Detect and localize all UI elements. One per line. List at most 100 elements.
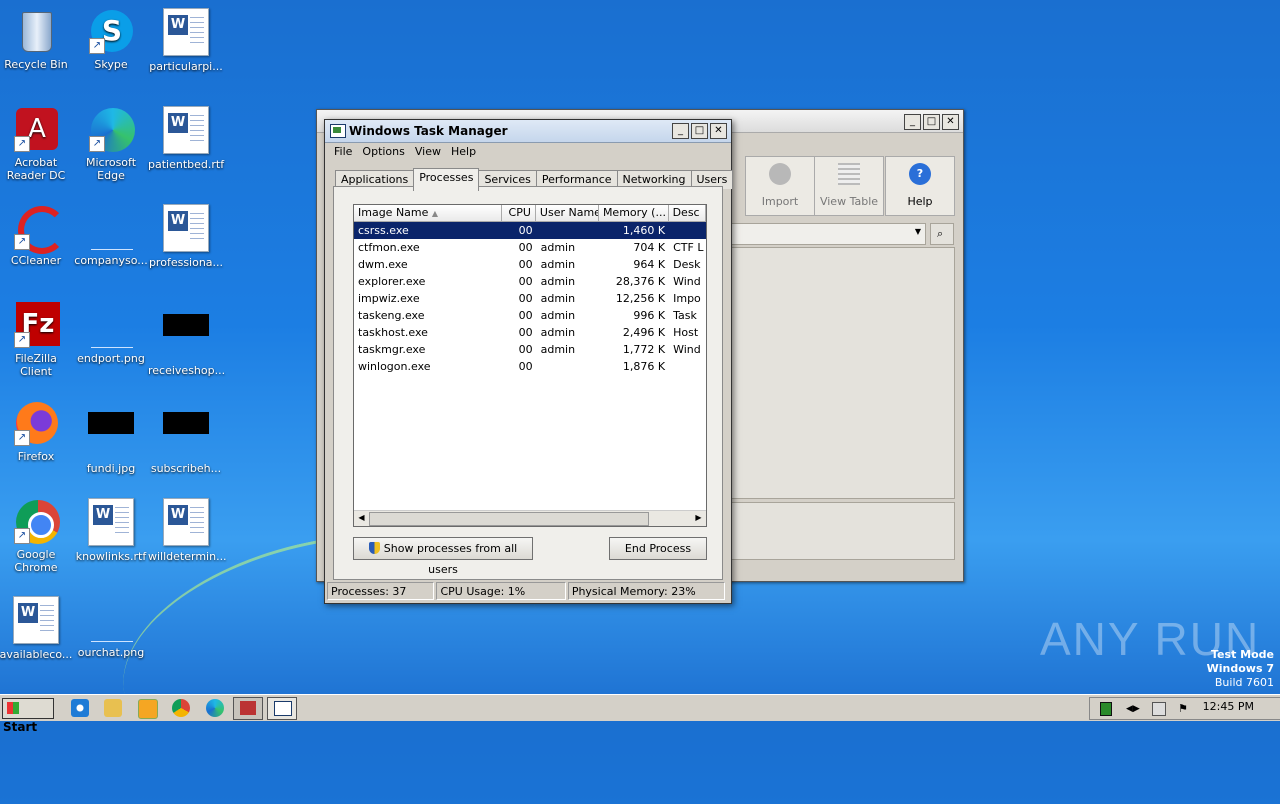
desktop-icon-ccleaner[interactable]: ↗ CCleaner xyxy=(0,198,74,267)
desktop-icon-firefox[interactable]: ↗ Firefox xyxy=(0,394,74,463)
process-row[interactable]: csrss.exe 00 1,460 K xyxy=(354,222,706,239)
desktop-icon-chrome[interactable]: ↗ Google Chrome xyxy=(0,492,74,574)
desktop-icon-fundi[interactable]: fundi.jpg xyxy=(73,394,149,475)
task-manager-window: Windows Task Manager _ □ ✕ File Options … xyxy=(324,119,734,604)
menu-options[interactable]: Options xyxy=(357,143,409,161)
desktop-icon-ourchat[interactable]: ourchat.png xyxy=(73,590,149,659)
task-manager-titlebar[interactable]: Windows Task Manager _ □ ✕ xyxy=(325,120,731,143)
tray-chevron-icon[interactable]: ◀▶ xyxy=(1126,704,1140,714)
search-button[interactable]: ⌕ xyxy=(930,223,954,245)
process-cell-cpu: 00 xyxy=(518,326,533,339)
close-icon[interactable]: ✕ xyxy=(710,123,727,139)
process-cell-cpu: 00 xyxy=(518,309,533,322)
process-cell-name: dwm.exe xyxy=(358,258,408,271)
column-memory[interactable]: Memory (... xyxy=(599,205,669,221)
process-row[interactable]: dwm.exe 00 admin 964 K Desk xyxy=(354,256,706,273)
minimize-icon[interactable]: _ xyxy=(672,123,689,139)
black-image-icon xyxy=(163,314,209,360)
table-icon xyxy=(838,163,860,185)
show-all-processes-button[interactable]: Show processes from all users xyxy=(353,537,533,576)
process-cell-name: taskeng.exe xyxy=(358,309,425,322)
process-list-header: Image Name ▲ CPU User Name Memory (... D… xyxy=(354,205,706,222)
process-row[interactable]: winlogon.exe 00 1,876 K xyxy=(354,358,706,375)
start-button[interactable]: Start xyxy=(2,698,54,734)
desktop-icon-knowlinks[interactable]: W knowlinks.rtf xyxy=(73,492,149,563)
background-combobox[interactable]: ▼ xyxy=(731,223,926,245)
media-player-icon[interactable] xyxy=(138,699,158,719)
horizontal-scrollbar[interactable]: ◀ ▶ xyxy=(354,510,706,526)
chrome-icon[interactable] xyxy=(172,699,190,717)
network-icon[interactable] xyxy=(1152,702,1166,716)
tab-processes[interactable]: Processes xyxy=(413,168,480,191)
import-button[interactable]: Import xyxy=(745,156,815,216)
desktop-icon-recycle-bin[interactable]: Recycle Bin xyxy=(0,2,74,71)
process-cell-mem: 996 K xyxy=(633,309,666,322)
desktop-icon-patientbed[interactable]: W patientbed.rtf xyxy=(148,100,224,171)
help-icon: ? xyxy=(909,163,931,185)
flag-icon[interactable]: ⚑ xyxy=(1178,702,1188,715)
maximize-icon[interactable]: □ xyxy=(691,123,708,139)
process-cell-user: admin xyxy=(540,343,576,356)
status-processes: Processes: 37 xyxy=(327,582,435,600)
blank-file-icon xyxy=(89,204,133,250)
tray-status-icon[interactable] xyxy=(1100,702,1112,716)
desktop-icon-particularpi[interactable]: W particularpi... xyxy=(148,2,224,73)
end-process-button[interactable]: End Process xyxy=(609,537,707,560)
skype-icon: S ↗ xyxy=(89,8,133,54)
column-image-name[interactable]: Image Name ▲ xyxy=(354,205,503,221)
process-cell-user: admin xyxy=(540,258,576,271)
scrollbar-thumb[interactable] xyxy=(369,512,649,526)
process-row[interactable]: ctfmon.exe 00 admin 704 K CTF L xyxy=(354,239,706,256)
menu-view[interactable]: View xyxy=(410,143,446,161)
column-description[interactable]: Desc xyxy=(669,205,706,221)
process-row[interactable]: impwiz.exe 00 admin 12,256 K Impo xyxy=(354,290,706,307)
edge-icon[interactable] xyxy=(206,699,224,717)
menu-file[interactable]: File xyxy=(329,143,357,161)
taskbar-app-background[interactable] xyxy=(233,697,263,720)
task-manager-icon xyxy=(330,124,346,138)
process-cell-name: winlogon.exe xyxy=(358,360,431,373)
process-list[interactable]: Image Name ▲ CPU User Name Memory (... D… xyxy=(353,204,707,527)
process-row[interactable]: taskhost.exe 00 admin 2,496 K Host xyxy=(354,324,706,341)
word-doc-icon: W xyxy=(163,204,209,252)
desktop-icon-professiona[interactable]: W professiona... xyxy=(148,198,224,269)
maximize-icon[interactable]: □ xyxy=(923,114,940,130)
desktop-icon-endport[interactable]: endport.png xyxy=(73,296,149,365)
desktop-icon-subscribeh[interactable]: subscribeh... xyxy=(148,394,224,475)
uac-shield-icon xyxy=(368,542,380,554)
processes-tab-page: Image Name ▲ CPU User Name Memory (... D… xyxy=(333,186,723,580)
close-icon[interactable]: ✕ xyxy=(942,114,959,130)
process-cell-mem: 12,256 K xyxy=(615,292,666,305)
scroll-right-icon[interactable]: ▶ xyxy=(692,512,705,524)
desktop-icon-availableco[interactable]: W availableco... xyxy=(0,590,74,661)
view-table-button[interactable]: View Table xyxy=(814,156,884,216)
process-cell-mem: 964 K xyxy=(633,258,666,271)
column-cpu[interactable]: CPU xyxy=(502,205,536,221)
minimize-icon[interactable]: _ xyxy=(904,114,921,130)
ie-icon[interactable] xyxy=(71,699,89,717)
search-icon: ⌕ xyxy=(937,227,944,240)
process-cell-desc: Impo xyxy=(673,292,701,305)
help-button[interactable]: ? Help xyxy=(885,156,955,216)
window-title: Windows Task Manager xyxy=(349,124,508,138)
column-user-name[interactable]: User Name xyxy=(536,205,599,221)
clock[interactable]: 12:45 PM xyxy=(1203,700,1254,713)
process-row[interactable]: taskeng.exe 00 admin 996 K Task xyxy=(354,307,706,324)
desktop-icon-companyso[interactable]: companyso... xyxy=(73,198,149,267)
scroll-left-icon[interactable]: ◀ xyxy=(355,512,368,524)
black-image-icon xyxy=(163,412,209,458)
desktop-icon-acrobat[interactable]: A ↗ Acrobat Reader DC xyxy=(0,100,74,182)
menu-help[interactable]: Help xyxy=(446,143,481,161)
explorer-folder-icon[interactable] xyxy=(104,699,122,717)
process-cell-desc xyxy=(669,358,706,375)
desktop-icon-willdetermin[interactable]: W willdetermin... xyxy=(148,492,227,563)
desktop-icon-edge[interactable]: ↗ Microsoft Edge xyxy=(73,100,149,182)
desktop-icon-filezilla[interactable]: Fz ↗ FileZilla Client xyxy=(0,296,74,378)
process-row[interactable]: explorer.exe 00 admin 28,376 K Wind xyxy=(354,273,706,290)
process-row[interactable]: taskmgr.exe 00 admin 1,772 K Wind xyxy=(354,341,706,358)
desktop-icon-skype[interactable]: S ↗ Skype xyxy=(73,2,149,71)
chrome-icon: ↗ xyxy=(14,498,60,544)
black-image-icon xyxy=(88,412,134,458)
desktop-icon-receiveshop[interactable]: receiveshop... xyxy=(148,296,225,377)
taskbar-app-task-manager[interactable] xyxy=(267,697,297,720)
